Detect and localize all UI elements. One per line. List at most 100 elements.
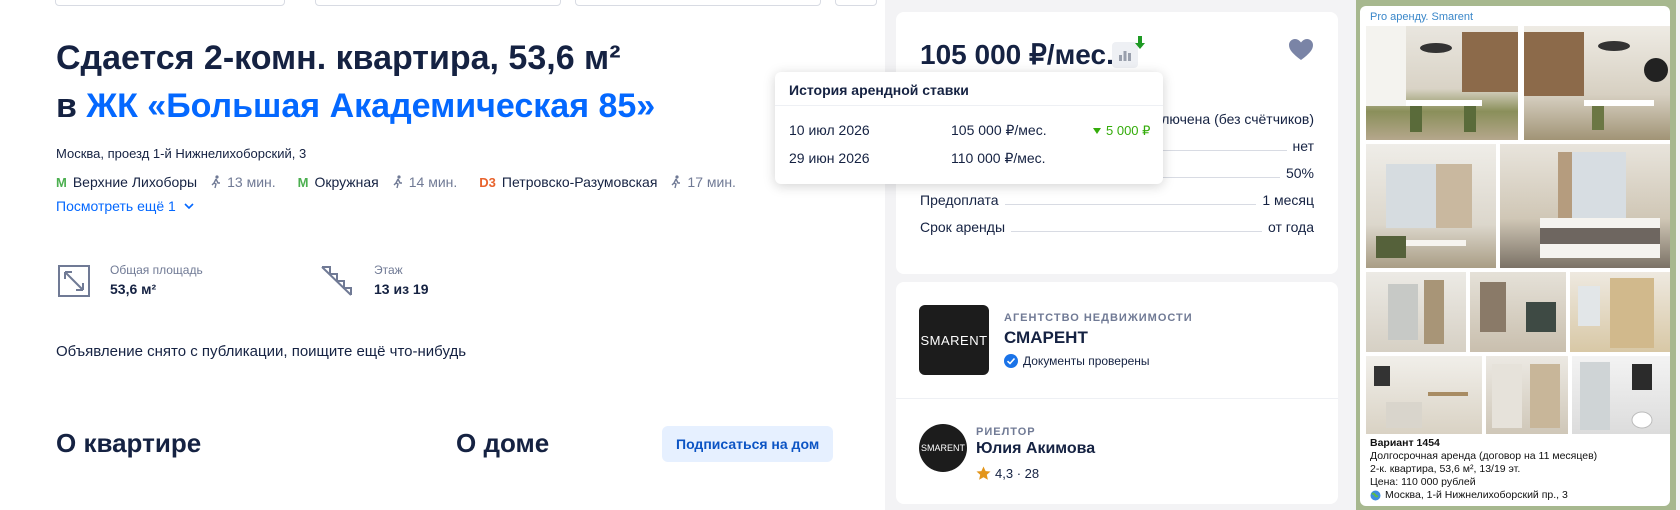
area-label: Общая площадь [110,263,203,277]
page-title: Сдается 2-комн. квартира, 53,6 м² в ЖК «… [56,34,655,130]
row-label: Предоплата [920,192,999,208]
metro-m-icon: M [56,174,67,190]
realtor-name[interactable]: Юлия Акимова [976,440,1095,458]
show-more-label: Посмотреть ещё 1 [56,198,176,214]
tooltip-title: История арендной ставки [789,82,969,98]
row-value: нет [1292,138,1314,154]
filter-box[interactable] [315,0,561,6]
post-text: Вариант 1454 Долгосрочная аренда (догово… [1370,437,1597,502]
floor-spec: Этаж 13 из 19 [320,263,429,299]
photo-living [1376,164,1472,258]
history-change: 5 000 ₽ [1093,123,1150,139]
photo-wardrobe [1578,278,1654,348]
row-value: от года [1267,219,1314,235]
price-history-tooltip: История арендной ставки 10 июл 2026 105 … [775,72,1163,184]
floor-value: 13 из 19 [374,281,429,297]
history-change-value: 5 000 ₽ [1106,123,1151,138]
photo-dining [1524,32,1668,130]
post-line: Вариант 1454 [1370,437,1440,449]
row-value: ключена (без счётчиков) [1154,111,1314,127]
metro-station[interactable]: M Окружная 14 мин. [298,174,458,190]
agency-logo[interactable]: SMARENT [919,305,989,375]
agency-name[interactable]: СМАРЕНТ [1004,328,1088,348]
photo-thumbnail[interactable] [1366,26,1518,140]
filter-box[interactable] [575,0,821,6]
floor-label: Этаж [374,263,403,277]
metro-station-name: Петровско-Разумовская [501,174,658,190]
photo-closet [1492,364,1560,428]
telegram-message: Pro аренду. Smarent Вариант 1454 Долгоср… [1360,6,1670,506]
rating-separator: · [1016,466,1022,481]
d3-icon: D3 [479,174,496,190]
metro-list: M Верхние Лихоборы 13 мин. M Окружная 14… [56,174,758,190]
heart-icon[interactable] [1288,38,1314,62]
post-location: Москва, 1-й Нижнелихоборский пр., 3 [1370,489,1597,502]
photo-thumbnail[interactable] [1366,272,1466,352]
docs-verified-label: Документы проверены [1023,354,1150,368]
photo-thumbnail[interactable] [1500,144,1670,268]
rating-value: 4,3 [995,466,1014,481]
row-value: 1 месяц [1262,192,1314,208]
address: Москва, проезд 1-й Нижнелихоборский, 3 [56,146,307,161]
photo-thumbnail[interactable] [1570,272,1670,352]
price-value: 105 000 ₽/мес. [920,39,1114,70]
photo-room [1480,282,1556,332]
photo-thumbnail[interactable] [1572,356,1670,434]
subscribe-house-button[interactable]: Подписаться на дом [662,426,834,462]
telegram-post-panel: Pro аренду. Smarent Вариант 1454 Долгоср… [1356,0,1676,510]
about-house-heading: О доме [456,428,550,458]
walking-icon [671,175,681,189]
row-label: Срок аренды [920,219,1006,235]
star-icon [976,466,991,480]
photo-thumbnail[interactable] [1366,356,1482,434]
history-amount: 110 000 ₽/мес. [951,150,1046,166]
agency-card: SMARENT АГЕНТСТВО НЕДВИЖИМОСТИ СМАРЕНТ Д… [896,282,1338,504]
walk-time-value: 14 мин. [408,174,458,190]
verified-badge-icon [1004,354,1018,368]
photo-thumbnail[interactable] [1486,356,1568,434]
realtor-label: РИЕЛТОР [976,426,1036,438]
post-line: Москва, 1-й Нижнелихоборский пр., 3 [1385,489,1568,501]
show-more-link[interactable]: Посмотреть ещё 1 [56,198,194,214]
unpublished-notice: Объявление снято с публикации, поищите е… [56,343,467,360]
history-date: 29 июн 2026 [789,150,870,166]
walk-time: 13 мин. [211,174,276,190]
row-value: 50% [1285,165,1314,181]
photo-thumbnail[interactable] [1470,272,1566,352]
price-row: Предоплата 1 месяц [920,192,1314,208]
area-value: 53,6 м² [110,281,157,297]
photo-bathroom [1580,362,1653,430]
area-icon [58,265,90,297]
photo-kitchen [1366,26,1518,132]
photo-hall [1388,280,1444,344]
post-line: Долгосрочная аренда (договор на 11 месяц… [1370,450,1598,462]
walking-icon [211,175,221,189]
walk-time: 17 мин. [671,174,736,190]
photo-workspace [1374,366,1468,428]
walk-time: 14 мин. [393,174,458,190]
about-flat-heading: О квартире [56,428,202,458]
walking-icon [393,175,402,189]
listing-main: Сдается 2-комн. квартира, 53,6 м² в ЖК «… [0,0,885,510]
metro-m-icon: M [297,174,309,190]
history-date: 10 июл 2026 [789,122,870,138]
price-row: Срок аренды от года [920,219,1314,235]
realtor-avatar[interactable]: SMARENT [919,424,967,472]
walk-time-value: 13 мин. [227,174,276,190]
metro-station[interactable]: D3 Петровско-Разумовская 17 мин. [479,174,736,190]
photo-thumbnail[interactable] [1366,144,1496,268]
complex-link[interactable]: ЖК «Большая Академическая 85» [86,87,655,125]
photo-thumbnail[interactable] [1524,26,1670,140]
history-amount: 105 000 ₽/мес. [951,122,1047,138]
realtor-rating: 4,3 · 28 [976,466,1039,481]
channel-name[interactable]: Pro аренду. Smarent [1370,11,1473,23]
metro-station[interactable]: M Верхние Лихоборы 13 мин. [56,174,276,190]
bar-chart-icon [1119,51,1131,61]
metro-station-name: Окружная [314,174,379,190]
filter-box[interactable] [835,0,877,6]
triangle-down-icon [1093,128,1101,134]
arrow-down-icon [1135,36,1145,49]
filter-box[interactable] [55,0,285,6]
photo-bedroom [1540,152,1660,258]
post-line: Цена: 110 000 рублей [1370,476,1476,488]
